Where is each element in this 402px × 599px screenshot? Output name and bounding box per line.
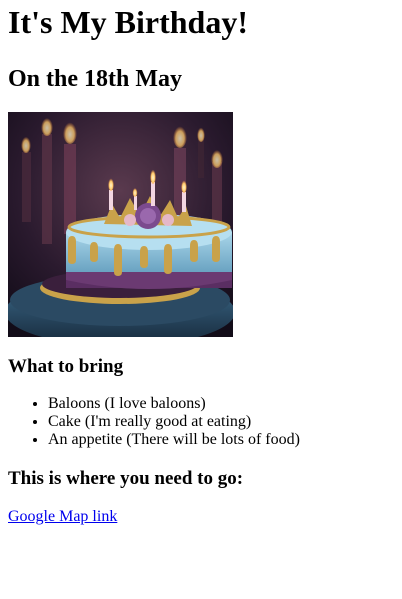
bring-list: Baloons (I love baloons) Cake (I'm reall…	[8, 395, 394, 449]
date-heading: On the 18th May	[8, 66, 182, 92]
page: It's My Birthday! On the 18th May What t…	[0, 0, 402, 526]
list-item: Baloons (I love baloons)	[48, 395, 394, 413]
list-item: Cake (I'm really good at eating)	[48, 413, 394, 431]
what-to-bring-heading: What to bring	[8, 356, 124, 377]
map-paragraph: Google Map link	[8, 508, 394, 526]
location-heading: This is where you need to go:	[8, 468, 244, 489]
google-map-link[interactable]: Google Map link	[8, 508, 117, 525]
birthday-cake-image	[8, 112, 233, 337]
page-title: It's My Birthday!	[8, 4, 248, 40]
list-item: An appetite (There will be lots of food)	[48, 431, 394, 449]
